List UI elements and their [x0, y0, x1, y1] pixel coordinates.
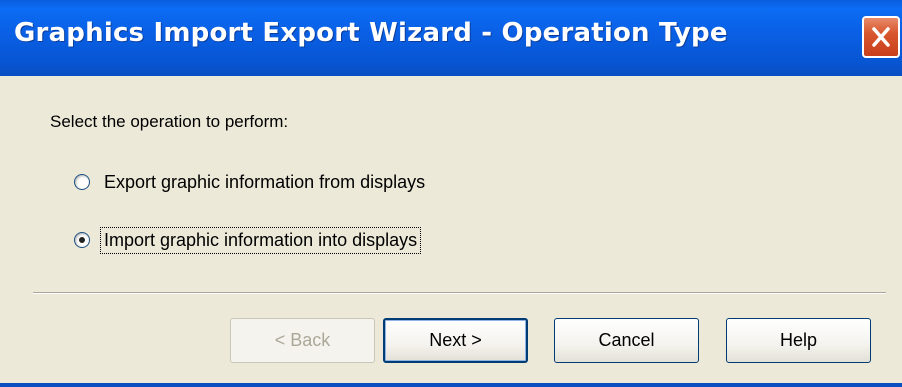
window-bottom-border: [0, 383, 902, 387]
radio-selected-dot: [79, 237, 85, 243]
separator-line: [33, 292, 886, 294]
close-icon: [872, 27, 890, 47]
import-radio[interactable]: [74, 232, 90, 248]
wizard-window: Graphics Import Export Wizard - Operatio…: [0, 0, 902, 387]
import-option[interactable]: Import graphic information into displays: [74, 226, 422, 254]
operation-prompt: Select the operation to perform:: [50, 112, 289, 131]
title-bar[interactable]: Graphics Import Export Wizard - Operatio…: [0, 0, 902, 76]
back-button[interactable]: < Back: [230, 318, 375, 363]
export-option-label[interactable]: Export graphic information from displays: [102, 171, 427, 194]
next-button[interactable]: Next >: [383, 318, 528, 363]
cancel-button[interactable]: Cancel: [554, 318, 699, 363]
window-title: Graphics Import Export Wizard - Operatio…: [14, 18, 728, 48]
help-button[interactable]: Help: [726, 318, 871, 363]
export-option[interactable]: Export graphic information from displays: [74, 170, 427, 194]
close-button[interactable]: [862, 16, 900, 58]
export-radio[interactable]: [74, 174, 90, 190]
import-option-label[interactable]: Import graphic information into displays: [99, 226, 422, 254]
